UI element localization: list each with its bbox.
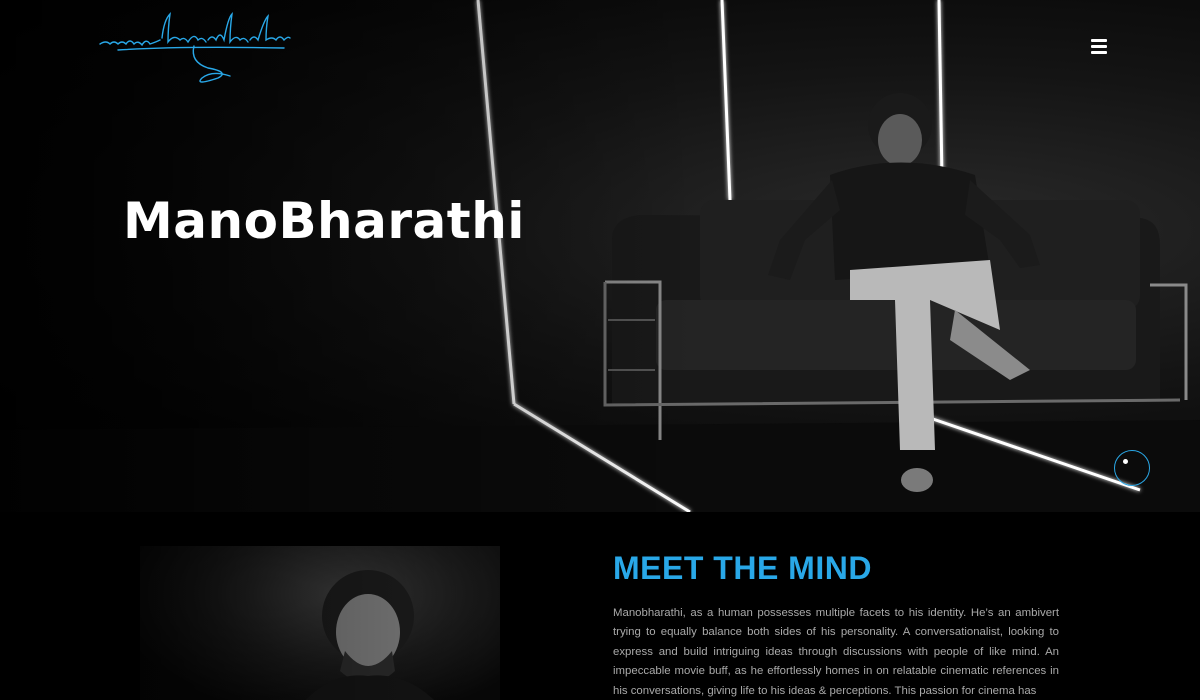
signature-logo[interactable] bbox=[98, 10, 293, 88]
hamburger-menu-icon[interactable] bbox=[1088, 36, 1110, 56]
about-section: MEET THE MIND Manobharathi, as a human p… bbox=[0, 512, 1200, 700]
hero-title: ManoBharathi bbox=[123, 192, 525, 250]
about-heading: MEET THE MIND bbox=[613, 550, 872, 586]
hero-section: ManoBharathi bbox=[0, 0, 1200, 512]
portrait-photo bbox=[140, 546, 500, 700]
scroll-dot bbox=[1123, 459, 1128, 464]
about-paragraph: Manobharathi, as a human possesses multi… bbox=[613, 607, 1059, 697]
scroll-indicator-icon[interactable] bbox=[1114, 450, 1150, 486]
